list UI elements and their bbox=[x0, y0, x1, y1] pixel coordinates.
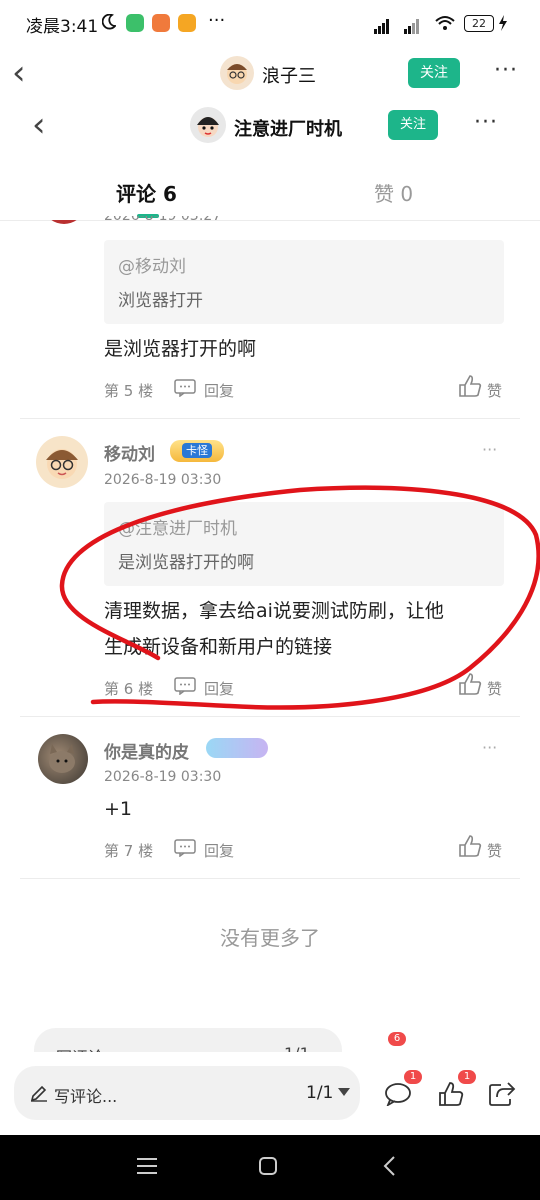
comment-text-line2: 生成新设备和新用户的链接 bbox=[104, 636, 333, 658]
no-more-label: 没有更多了 bbox=[220, 926, 320, 950]
battery-icon: 22 bbox=[464, 15, 494, 32]
quoted-text: 是浏览器打开的啊 bbox=[118, 553, 254, 573]
reply-icon[interactable] bbox=[174, 677, 196, 695]
more-options-icon[interactable]: ··· bbox=[494, 58, 518, 83]
comment-username[interactable]: 移动刘 bbox=[104, 440, 155, 465]
comment-more-icon[interactable]: ··· bbox=[482, 738, 497, 757]
charging-icon bbox=[499, 15, 507, 31]
like-icon[interactable] bbox=[458, 374, 482, 398]
nav-back-icon[interactable] bbox=[382, 1155, 398, 1177]
wifi-icon bbox=[435, 16, 455, 30]
tab-likes[interactable]: 赞 0 bbox=[374, 178, 413, 207]
comment-text: +1 bbox=[104, 798, 133, 820]
reply-icon[interactable] bbox=[174, 839, 196, 857]
app-icon-orange bbox=[152, 14, 170, 32]
comment-avatar[interactable] bbox=[38, 734, 88, 784]
share-icon[interactable] bbox=[488, 1081, 516, 1107]
floor-label: 第 6 楼 bbox=[104, 680, 154, 698]
moon-icon bbox=[102, 14, 116, 30]
quoted-comment[interactable]: @注意进厂时机 是浏览器打开的啊 bbox=[104, 502, 504, 586]
page-indicator[interactable]: 1/1 bbox=[306, 1083, 333, 1103]
back-button[interactable]: ‹ bbox=[12, 56, 26, 90]
author-avatar[interactable] bbox=[220, 56, 254, 90]
more-notifications-icon: ··· bbox=[208, 10, 226, 31]
comment-date: 2026-8-19 03:30 bbox=[104, 769, 222, 785]
quoted-text: 浏览器打开 bbox=[118, 291, 203, 311]
home-icon[interactable] bbox=[258, 1156, 278, 1176]
comment-divider bbox=[20, 878, 520, 879]
system-nav-bar bbox=[0, 1135, 540, 1200]
app-icon-yellow bbox=[178, 14, 196, 32]
poster-avatar[interactable] bbox=[190, 107, 226, 143]
thumbs-up-icon[interactable] bbox=[438, 1081, 464, 1107]
floor-label: 第 7 楼 bbox=[104, 842, 154, 860]
menu-icon[interactable] bbox=[136, 1157, 158, 1175]
floor-label: 第 5 楼 bbox=[104, 382, 154, 400]
comment-text-line1: 清理数据，拿去给ai说要测试防刷，让他 bbox=[104, 600, 444, 622]
quoted-user: @注意进厂时机 bbox=[118, 519, 237, 539]
poster-name: 注意进厂时机 bbox=[234, 119, 342, 140]
reply-button[interactable]: 回复 bbox=[204, 678, 234, 699]
comment-badge: 1 bbox=[404, 1070, 422, 1084]
user-badge bbox=[206, 738, 268, 758]
quoted-comment[interactable]: @移动刘 浏览器打开 bbox=[104, 240, 504, 324]
comment-username[interactable]: 你是真的皮 bbox=[104, 738, 189, 763]
sheet-more-options-icon[interactable]: ··· bbox=[474, 110, 498, 135]
reply-button[interactable]: 回复 bbox=[204, 380, 234, 401]
signal-icon-2 bbox=[404, 15, 420, 34]
quoted-user: @移动刘 bbox=[118, 257, 186, 277]
comment-date: 2026-8-19 03:27 bbox=[104, 208, 222, 224]
like-icon[interactable] bbox=[458, 672, 482, 696]
background-comment-badge: 6 bbox=[388, 1032, 406, 1046]
user-badge: 卡怪 bbox=[170, 440, 224, 462]
comment-divider bbox=[20, 716, 520, 717]
like-button[interactable]: 赞 bbox=[487, 380, 502, 401]
chevron-down-icon[interactable] bbox=[338, 1088, 350, 1098]
comment-date: 2026-8-19 03:30 bbox=[104, 472, 222, 488]
comment-icon[interactable] bbox=[384, 1082, 412, 1106]
comment-divider bbox=[20, 418, 520, 419]
bottom-bar: 写评论... 1/1 1 1 bbox=[0, 1052, 540, 1135]
tab-divider bbox=[0, 220, 540, 221]
follow-button-author[interactable]: 关注 bbox=[408, 58, 460, 88]
comment-text: 是浏览器打开的啊 bbox=[104, 338, 257, 360]
like-button[interactable]: 赞 bbox=[487, 840, 502, 861]
sheet-back-button[interactable]: ‹ bbox=[32, 108, 46, 142]
like-button[interactable]: 赞 bbox=[487, 678, 502, 699]
author-name: 浪子三 bbox=[262, 66, 316, 87]
write-comment-input[interactable]: 写评论... 1/1 bbox=[14, 1066, 360, 1120]
comment-avatar[interactable] bbox=[36, 436, 88, 488]
app-icon-green bbox=[126, 14, 144, 32]
write-comment-placeholder: 写评论... bbox=[54, 1087, 118, 1106]
tab-comments[interactable]: 评论 6 bbox=[116, 178, 177, 207]
follow-button-poster[interactable]: 关注 bbox=[388, 110, 438, 140]
like-badge: 1 bbox=[458, 1070, 476, 1084]
comment-more-icon[interactable]: ··· bbox=[482, 440, 497, 459]
reply-button[interactable]: 回复 bbox=[204, 840, 234, 861]
like-icon[interactable] bbox=[458, 834, 482, 858]
reply-icon[interactable] bbox=[174, 379, 196, 397]
user-badge-label: 卡怪 bbox=[182, 443, 212, 458]
status-bar: 凌晨3:41 ··· 22 bbox=[0, 0, 540, 48]
signal-icon-1 bbox=[374, 15, 390, 34]
pencil-icon bbox=[30, 1085, 47, 1102]
status-time: 凌晨3:41 bbox=[26, 17, 99, 37]
